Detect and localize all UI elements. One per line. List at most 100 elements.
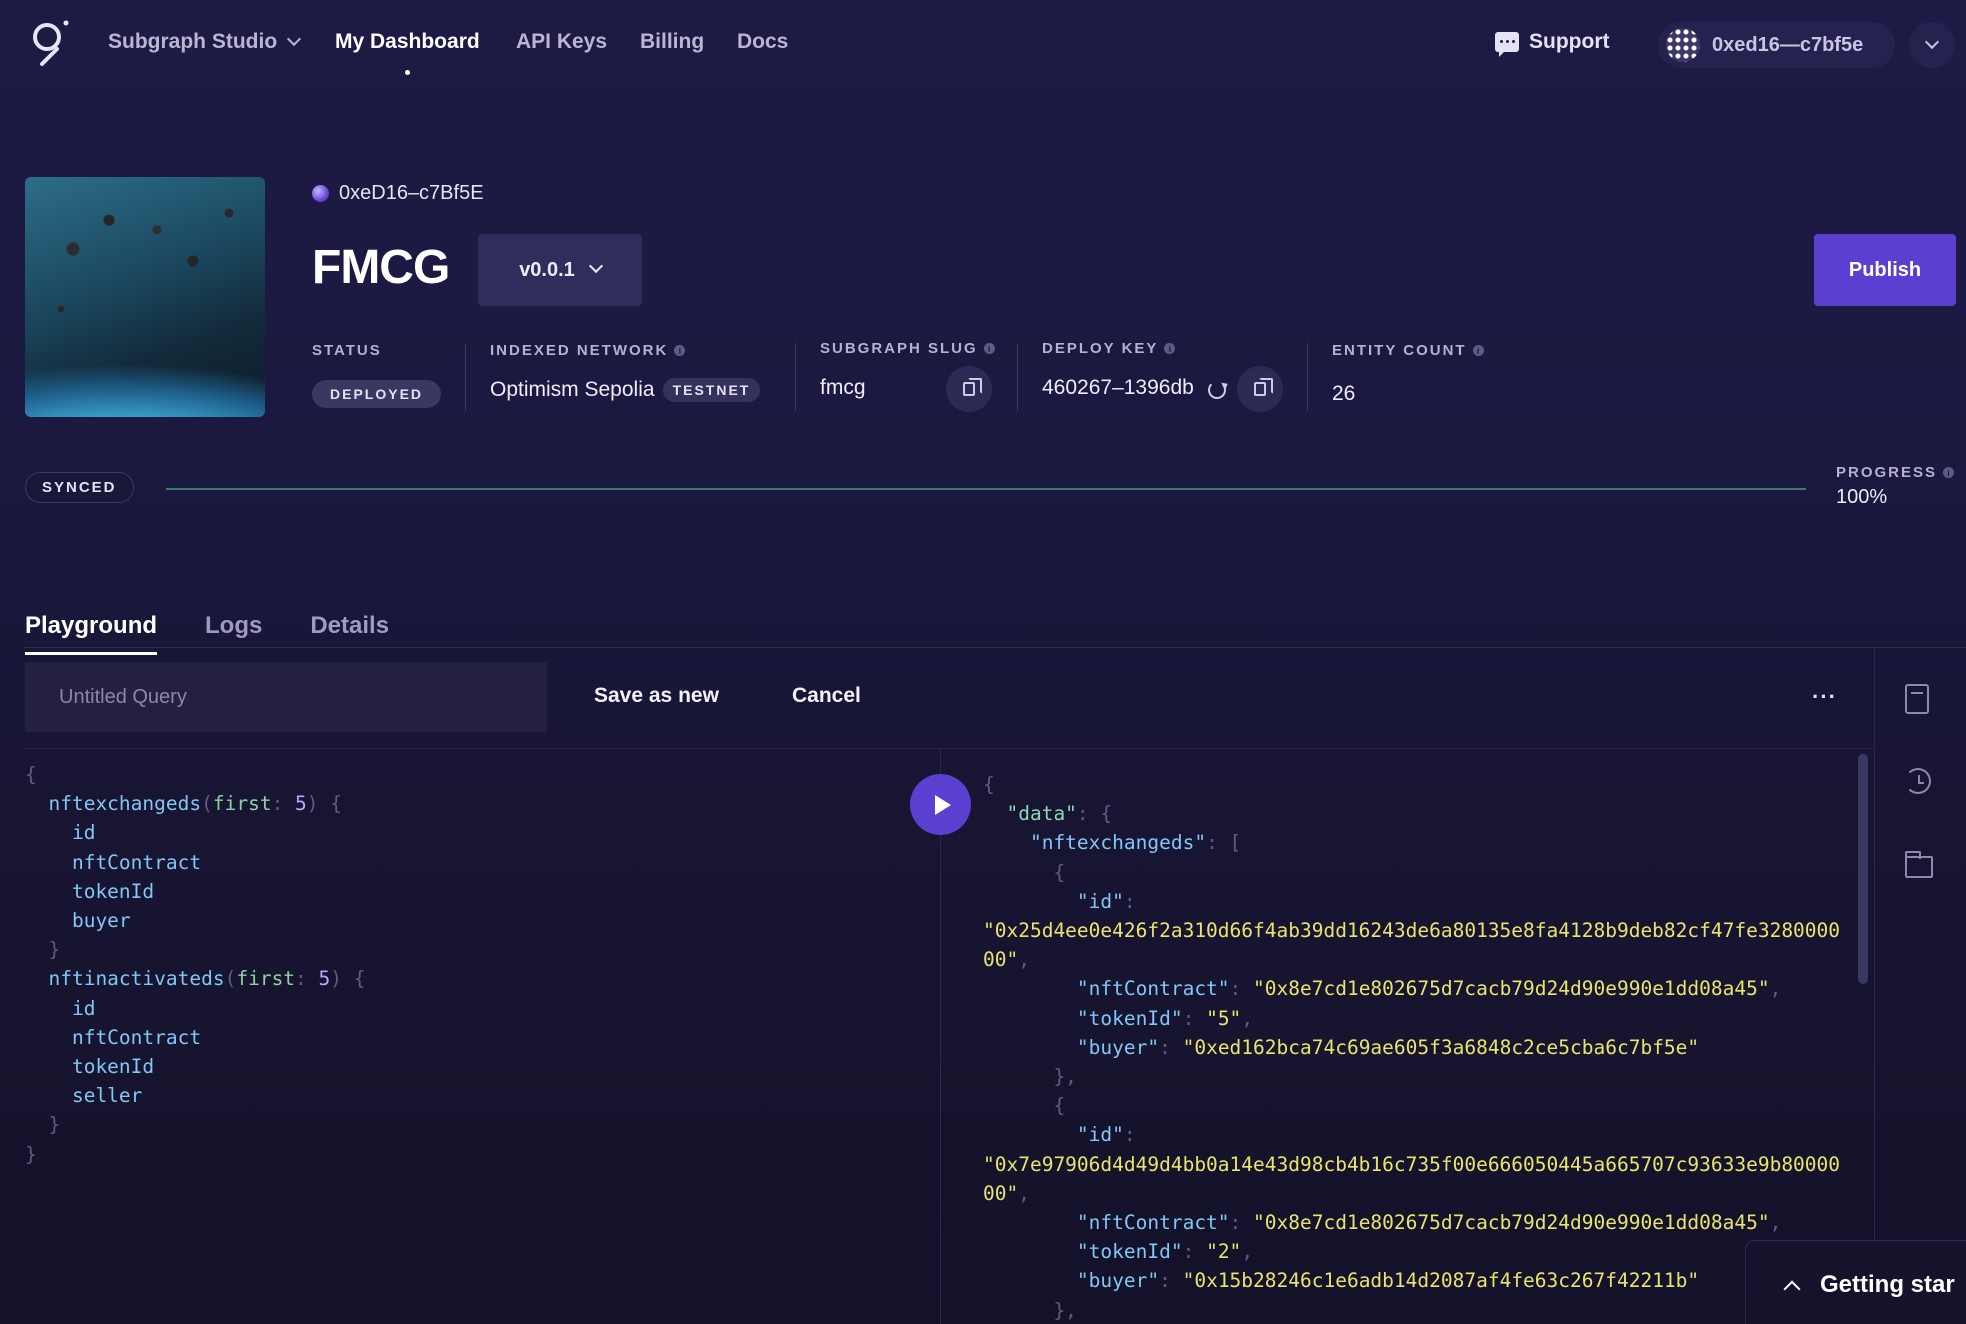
query-line: seller [25, 1084, 143, 1108]
account-menu-button[interactable] [1909, 22, 1955, 68]
owner-avatar-icon [312, 185, 329, 202]
nav-docs[interactable]: Docs [737, 30, 788, 54]
slug-label: SUBGRAPH SLUG [820, 340, 978, 357]
divider [465, 343, 466, 411]
query-line: } [25, 1113, 61, 1137]
network-label: INDEXED NETWORK [490, 342, 669, 359]
query-line: nftinactivateds(first: 5) { [25, 967, 366, 991]
result-viewer[interactable]: { "data": { "nftexchangeds": [ { "id": "0… [983, 770, 1845, 1324]
result-line: "id": [983, 1123, 1136, 1147]
nav-api-keys[interactable]: API Keys [516, 30, 607, 54]
nav-billing[interactable]: Billing [640, 30, 704, 54]
deploy-key-value: 460267–1396db [1042, 376, 1194, 399]
query-line: } [25, 1142, 37, 1166]
tab-details[interactable]: Details [310, 612, 389, 655]
divider [1307, 343, 1308, 411]
active-nav-indicator [405, 70, 410, 75]
cancel-button[interactable]: Cancel [792, 684, 861, 708]
query-line: nftContract [25, 1025, 202, 1049]
query-name-input[interactable] [25, 662, 547, 732]
folder-icon[interactable] [1905, 851, 1933, 878]
history-icon[interactable] [1905, 768, 1931, 794]
info-icon[interactable]: i [1472, 345, 1484, 356]
result-line: "buyer": "0x15b28246c1e6adb14d2087af4fe6… [983, 1269, 1700, 1293]
status-field: STATUS DEPLOYED [312, 342, 442, 408]
nav-my-dashboard[interactable]: My Dashboard [335, 30, 480, 54]
info-icon[interactable]: i [674, 345, 686, 356]
chevron-down-icon [588, 258, 603, 274]
avatar [1666, 28, 1700, 62]
divider [1017, 343, 1018, 411]
query-line: nftexchangeds(first: 5) { [25, 792, 343, 816]
network-value-wrap: Optimism Sepolia TESTNET [490, 378, 761, 403]
document-icon[interactable] [1905, 684, 1929, 714]
studio-switcher[interactable]: Subgraph Studio [108, 30, 302, 54]
result-line: "0x7e97906d4d49d4bb0a14e43d98cb4b16c735f… [983, 1152, 1841, 1176]
result-line: "0x25d4ee0e426f2a310d66f4ab39dd16243de6a… [983, 919, 1841, 943]
deploy-key-field: DEPLOY KEY i 460267–1396db [1042, 340, 1194, 399]
testnet-badge: TESTNET [662, 378, 761, 403]
sync-progress-bar [166, 488, 1806, 490]
info-icon[interactable]: i [983, 343, 995, 354]
publish-button[interactable]: Publish [1814, 234, 1956, 306]
side-rail-divider [1874, 648, 1875, 1324]
result-line: }, [983, 1298, 1077, 1322]
result-line: "id": [983, 889, 1136, 913]
progress-value: 100% [1836, 486, 1888, 508]
info-icon[interactable]: i [1943, 467, 1955, 478]
entity-count-label-wrap: ENTITY COUNT i [1332, 342, 1484, 359]
synced-badge: SYNCED [25, 472, 134, 503]
query-line: buyer [25, 909, 131, 933]
query-line: tokenId [25, 879, 155, 903]
sync-progress-fill [166, 488, 1806, 490]
owner-address-text: 0xeD16–c7Bf5E [339, 182, 484, 204]
subgraph-title: FMCG [312, 241, 450, 294]
support-label: Support [1529, 30, 1610, 53]
chevron-up-icon [1783, 1280, 1801, 1298]
app-root: Subgraph Studio My Dashboard API Keys Bi… [0, 0, 1966, 1324]
copy-icon [963, 378, 982, 396]
query-line: nftContract [25, 850, 202, 874]
result-line: "nftContract": "0x8e7cd1e802675d7cacb79d… [983, 1211, 1782, 1235]
result-line: "nftContract": "0x8e7cd1e802675d7cacb79d… [983, 977, 1782, 1001]
entity-count-label: ENTITY COUNT [1332, 342, 1467, 359]
network-value: Optimism Sepolia [490, 378, 655, 401]
tab-bar: Playground Logs Details [25, 612, 389, 655]
result-line: { [983, 773, 995, 796]
studio-label: Subgraph Studio [108, 30, 278, 53]
status-badge: DEPLOYED [312, 380, 442, 408]
support-button[interactable]: Support [1495, 30, 1610, 57]
info-icon[interactable]: i [1164, 343, 1176, 354]
result-line: "tokenId": "5", [983, 1006, 1254, 1030]
query-line: id [25, 996, 96, 1020]
progress-label: PROGRESS [1836, 464, 1938, 481]
result-line: "tokenId": "2", [983, 1240, 1254, 1264]
more-options-button[interactable]: ··· [1812, 684, 1837, 710]
owner-address: 0xeD16–c7Bf5E [312, 182, 484, 205]
result-line: "nftexchangeds": [ [983, 831, 1242, 855]
query-editor[interactable]: { nftexchangeds(first: 5) { id nftContra… [25, 760, 940, 1324]
copy-deploy-key-button[interactable] [1237, 366, 1283, 412]
run-query-button[interactable] [910, 774, 971, 835]
progress-label-wrap: PROGRESS i [1836, 464, 1955, 481]
save-as-new-button[interactable]: Save as new [594, 684, 719, 708]
copy-icon [1254, 378, 1273, 396]
version-label: v0.0.1 [519, 258, 575, 281]
top-nav: Subgraph Studio My Dashboard API Keys Bi… [0, 0, 1966, 88]
network-field: INDEXED NETWORK i Optimism Sepolia TESTNET [490, 342, 761, 403]
result-line: { [983, 1094, 1066, 1118]
result-line: "buyer": "0xed162bca74c69ae605f3a6848c2c… [983, 1035, 1700, 1059]
result-scrollbar[interactable] [1858, 754, 1868, 984]
tab-logs[interactable]: Logs [205, 612, 262, 655]
status-value-wrap: DEPLOYED [312, 380, 442, 408]
account-address: 0xed16—c7bf5e [1712, 33, 1864, 56]
refresh-icon[interactable] [1208, 381, 1226, 399]
copy-slug-button[interactable] [946, 366, 992, 412]
tab-playground[interactable]: Playground [25, 612, 158, 655]
account-button[interactable]: 0xed16—c7bf5e [1658, 22, 1895, 68]
graph-logo-icon[interactable] [30, 20, 70, 68]
version-selector[interactable]: v0.0.1 [478, 234, 642, 306]
getting-started-panel[interactable]: Getting star [1745, 1240, 1966, 1324]
chevron-down-icon [1924, 34, 1940, 50]
deploy-key-label-wrap: DEPLOY KEY i [1042, 340, 1176, 357]
